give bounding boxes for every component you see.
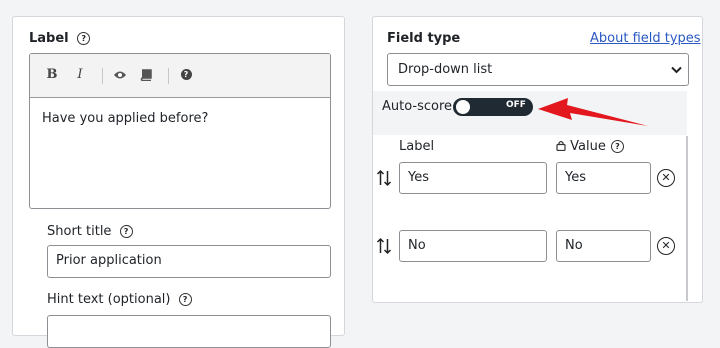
hint-text-input[interactable] — [47, 315, 331, 348]
options-scrollbar[interactable] — [686, 136, 688, 301]
autoscore-toggle[interactable]: OFF — [453, 98, 533, 116]
help-icon[interactable]: ? — [119, 225, 133, 238]
option-value-input[interactable]: No — [556, 230, 651, 262]
field-type-select[interactable]: Drop-down list — [387, 53, 689, 86]
lock-icon — [556, 140, 566, 152]
remove-option-button[interactable]: ✕ — [657, 169, 675, 187]
short-title-label: Short title ? — [47, 224, 133, 239]
label-heading-text: Label — [29, 31, 69, 46]
help-icon[interactable]: ? — [610, 140, 624, 153]
toolbar-divider — [168, 68, 169, 84]
column-value-header: Value ? — [556, 139, 624, 154]
rich-text-editor[interactable]: B I ? Have you applied before? — [29, 53, 331, 209]
short-title-input[interactable]: Prior application — [47, 245, 331, 278]
toggle-knob — [456, 100, 470, 114]
help-button[interactable]: ? — [176, 54, 196, 96]
italic-button[interactable]: I — [70, 54, 90, 96]
label-heading: Label ? — [29, 31, 91, 46]
chevron-down-icon — [671, 66, 682, 74]
eye-icon[interactable] — [110, 54, 130, 96]
remove-option-button[interactable]: ✕ — [657, 237, 675, 255]
option-value-input[interactable]: Yes — [556, 162, 651, 194]
hint-text-label: Hint text (optional) ? — [47, 292, 192, 307]
toolbar-divider — [102, 68, 103, 84]
about-field-types-link[interactable]: About field types — [590, 31, 701, 46]
help-icon[interactable]: ? — [178, 293, 192, 306]
editor-toolbar: B I ? — [30, 54, 330, 98]
bold-button[interactable]: B — [42, 54, 62, 96]
annotation-arrow — [538, 98, 648, 126]
book-icon[interactable] — [136, 54, 156, 96]
reorder-icon[interactable] — [376, 237, 392, 255]
option-label-input[interactable]: No — [399, 230, 547, 262]
autoscore-label: Auto-score — [382, 99, 453, 114]
field-type-label: Field type — [387, 31, 461, 46]
editor-content: Have you applied before? — [42, 111, 209, 126]
toggle-state: OFF — [506, 100, 526, 110]
help-icon[interactable]: ? — [77, 32, 91, 45]
reorder-icon[interactable] — [376, 169, 392, 187]
field-type-value: Drop-down list — [398, 62, 493, 77]
option-label-input[interactable]: Yes — [399, 162, 547, 194]
column-label-header: Label — [399, 139, 435, 154]
